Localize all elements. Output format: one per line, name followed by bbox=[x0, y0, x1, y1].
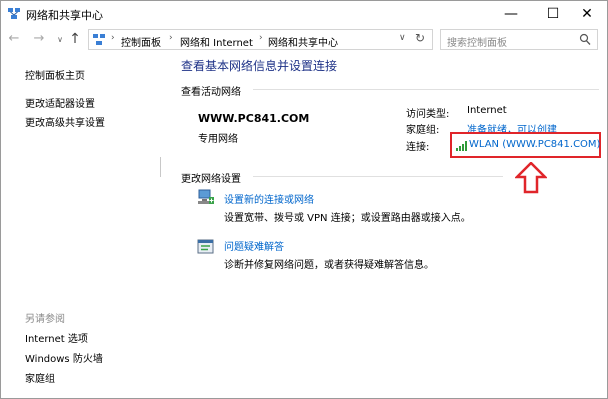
breadcrumb-network-sharing-center[interactable]: 网络和共享中心 bbox=[268, 34, 338, 49]
sidebar-item-change-adapter-settings[interactable]: 更改适配器设置 bbox=[25, 95, 95, 110]
up-button[interactable]: ↑ bbox=[68, 31, 82, 47]
breadcrumb-separator[interactable]: › bbox=[169, 33, 173, 43]
see-also-windows-firewall[interactable]: Windows 防火墙 bbox=[25, 350, 103, 365]
main-content: 查看基本网络信息并设置连接 查看活动网络 WWW.PC841.COM 专用网络 … bbox=[161, 51, 607, 398]
troubleshoot-description: 诊断并修复网络问题，或者获得疑难解答信息。 bbox=[224, 260, 434, 271]
breadcrumb-separator[interactable]: › bbox=[111, 33, 115, 43]
section-divider bbox=[253, 176, 503, 177]
address-dropdown-icon[interactable]: ∨ bbox=[399, 33, 406, 43]
window-title: 网络和共享中心 bbox=[26, 9, 103, 22]
breadcrumb-control-panel[interactable]: 控制面板 bbox=[121, 34, 161, 49]
address-bar[interactable]: › 控制面板 › 网络和 Internet › 网络和共享中心 ∨ ↻ bbox=[88, 29, 433, 50]
sidebar-item-control-panel-home[interactable]: 控制面板主页 bbox=[25, 67, 85, 82]
see-also-homegroup[interactable]: 家庭组 bbox=[25, 370, 55, 385]
page-title: 查看基本网络信息并设置连接 bbox=[181, 59, 338, 73]
network-type: 专用网络 bbox=[198, 134, 238, 145]
close-button[interactable]: ✕ bbox=[567, 1, 607, 27]
setup-new-connection-link[interactable]: 设置新的连接或网络 bbox=[224, 191, 314, 206]
breadcrumb-network-internet[interactable]: 网络和 Internet bbox=[180, 34, 253, 49]
see-also-heading: 另请参阅 bbox=[25, 314, 65, 325]
troubleshoot-link[interactable]: 问题疑难解答 bbox=[224, 238, 284, 253]
setup-new-connection-description: 设置宽带、拨号或 VPN 连接；或设置路由器或接入点。 bbox=[224, 213, 471, 224]
minimize-button[interactable]: — bbox=[491, 1, 531, 27]
navigation-bar: ← → ∨ ↑ › 控制面板 › 网络和 Internet › 网络和共享中心 … bbox=[1, 27, 607, 51]
see-also-internet-options[interactable]: Internet 选项 bbox=[25, 330, 88, 345]
sidebar-item-change-advanced-sharing[interactable]: 更改高级共享设置 bbox=[25, 114, 105, 129]
wlan-connection-link[interactable]: WLAN (WWW.PC841.COM) bbox=[469, 139, 600, 150]
homegroup-label: 家庭组: bbox=[406, 125, 440, 136]
network-name: WWW.PC841.COM bbox=[198, 112, 310, 125]
active-networks-heading: 查看活动网络 bbox=[181, 87, 241, 98]
troubleshoot-icon bbox=[197, 239, 214, 254]
search-input[interactable]: 搜索控制面板 bbox=[447, 34, 507, 49]
forward-button[interactable]: → bbox=[32, 31, 46, 47]
red-up-arrow-icon bbox=[515, 162, 547, 194]
window: 网络和共享中心 — ☐ ✕ ← → ∨ ↑ › 控制面板 › 网络和 Inter… bbox=[0, 0, 608, 399]
wifi-signal-icon bbox=[456, 141, 467, 151]
section-divider bbox=[253, 89, 599, 90]
control-panel-icon bbox=[93, 34, 105, 45]
breadcrumb-separator[interactable]: › bbox=[259, 33, 263, 43]
wlan-connection-highlight: WLAN (WWW.PC841.COM) bbox=[450, 132, 601, 158]
search-box[interactable]: 搜索控制面板 bbox=[440, 29, 598, 50]
refresh-icon[interactable]: ↻ bbox=[415, 31, 425, 45]
new-connection-icon bbox=[198, 189, 214, 204]
access-type-value: Internet bbox=[467, 105, 507, 116]
recent-locations-button[interactable]: ∨ bbox=[53, 32, 67, 48]
network-center-icon bbox=[8, 8, 20, 19]
search-icon[interactable] bbox=[579, 33, 591, 46]
back-button[interactable]: ← bbox=[7, 31, 21, 47]
title-bar: 网络和共享中心 — ☐ ✕ bbox=[1, 1, 607, 27]
connection-label: 连接: bbox=[406, 142, 430, 153]
access-type-label: 访问类型: bbox=[406, 109, 450, 120]
sidebar: 控制面板主页 更改适配器设置 更改高级共享设置 另请参阅 Internet 选项… bbox=[1, 51, 161, 398]
change-network-settings-heading: 更改网络设置 bbox=[181, 174, 241, 185]
